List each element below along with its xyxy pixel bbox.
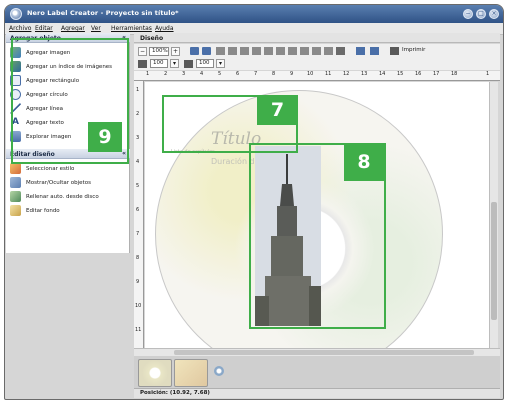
disc-thumbnail[interactable]: Disco: [138, 359, 172, 394]
ruler-h-mark: 4: [200, 71, 204, 77]
distribute-icon[interactable]: [288, 47, 297, 55]
height-field[interactable]: 100: [196, 59, 214, 68]
height-icon: [184, 60, 193, 68]
ruler-h-mark: 3: [182, 71, 186, 77]
minimize-button[interactable]: −: [463, 9, 473, 19]
align-bottom-icon[interactable]: [276, 47, 285, 55]
ruler-v-mark: 11: [135, 327, 142, 333]
ruler-h-mark: 1: [486, 71, 490, 77]
ruler-h-mark: 9: [290, 71, 294, 77]
ruler-h-mark: 6: [236, 71, 240, 77]
ruler-v-mark: 3: [136, 135, 140, 141]
select-style-item[interactable]: Seleccionar estilo: [10, 163, 128, 175]
ruler-h-mark: 14: [379, 71, 386, 77]
ruler-h-mark: 13: [361, 71, 368, 77]
ruler-h-mark: 18: [451, 71, 458, 77]
printer-icon[interactable]: [390, 47, 399, 55]
menu-agregar[interactable]: Agregar: [61, 25, 85, 32]
ruler-h-mark: 15: [397, 71, 404, 77]
ruler-v-mark: 8: [136, 255, 140, 261]
design-header: Diseño: [134, 33, 500, 43]
bring-front-icon[interactable]: [336, 47, 345, 55]
window-title: Nero Label Creator - Proyecto sin título…: [27, 9, 179, 17]
ruler-h-mark: 8: [272, 71, 276, 77]
paste-icon[interactable]: [370, 47, 379, 55]
menu-editar[interactable]: Editar: [35, 25, 53, 32]
callout-badge-7: 7: [257, 95, 298, 125]
vertical-ruler: 1 2 3 4 5 6 7 8 9 10 11: [134, 81, 144, 348]
ruler-v-mark: 9: [136, 279, 140, 285]
ruler-v-mark: 4: [136, 159, 140, 165]
toolbar-bottom: 100 ▾ 100 ▾: [134, 58, 500, 70]
select-style-label: Seleccionar estilo: [26, 166, 75, 172]
visibility-icon: [10, 177, 21, 188]
edit-background-label: Editar fondo: [26, 208, 60, 214]
height-spinner[interactable]: ▾: [216, 59, 225, 68]
width-icon: [138, 60, 147, 68]
title-bar: Nero Label Creator - Proyecto sin título…: [5, 5, 503, 23]
cut-icon[interactable]: [356, 47, 365, 55]
ruler-h-mark: 2: [164, 71, 168, 77]
ruler-h-mark: 10: [307, 71, 314, 77]
align-middle-icon[interactable]: [264, 47, 273, 55]
print-label[interactable]: Imprimir: [402, 47, 425, 53]
close-button[interactable]: ×: [489, 9, 499, 19]
ruler-v-mark: 5: [136, 183, 140, 189]
horizontal-scrollbar[interactable]: [134, 348, 500, 356]
callout-badge-9: 8: [344, 143, 384, 181]
menu-herramientas[interactable]: Herramientas: [111, 25, 152, 32]
ruler-v-mark: 1: [136, 87, 140, 93]
show-hide-objects-label: Mostrar/Ocultar objetos: [26, 180, 91, 186]
ruler-h-mark: 7: [254, 71, 258, 77]
horizontal-scroll-thumb[interactable]: [174, 350, 474, 355]
width-spinner[interactable]: ▾: [170, 59, 179, 68]
ruler-h-mark: 1: [146, 71, 150, 77]
ruler-v-mark: 7: [136, 231, 140, 237]
maximize-button[interactable]: □: [476, 9, 486, 19]
horizontal-ruler: 1 2 3 4 5 6 7 8 9 10 11 12 13 14 15 16 1…: [134, 71, 500, 81]
status-bar: Posición: (10.92, 7.68): [134, 388, 500, 398]
autofill-label: Rellenar auto. desde disco: [26, 194, 99, 200]
ruler-v-mark: 2: [136, 111, 140, 117]
ruler-h-mark: 5: [218, 71, 222, 77]
width-field[interactable]: 100: [150, 59, 168, 68]
style-icon: [10, 163, 21, 174]
callout-badge-8: 9: [88, 122, 122, 152]
rotate-left-icon[interactable]: [190, 47, 199, 55]
edit-background-item[interactable]: Editar fondo: [10, 205, 128, 217]
vertical-scrollbar[interactable]: [489, 82, 498, 348]
same-size-icon[interactable]: [300, 47, 309, 55]
zoom-field[interactable]: 100%: [149, 47, 169, 56]
zoom-out-button[interactable]: −: [138, 47, 147, 56]
ruler-h-mark: 11: [325, 71, 332, 77]
ruler-v-mark: 10: [135, 303, 142, 309]
align-left-icon[interactable]: [216, 47, 225, 55]
ungroup-icon[interactable]: [324, 47, 333, 55]
autofill-icon: [10, 191, 21, 202]
background-icon: [10, 205, 21, 216]
align-top-icon[interactable]: [252, 47, 261, 55]
show-hide-objects-item[interactable]: Mostrar/Ocultar objetos: [10, 177, 128, 189]
ruler-v-mark: 6: [136, 207, 140, 213]
vertical-scroll-thumb[interactable]: [491, 202, 497, 320]
menu-ver[interactable]: Ver: [91, 25, 101, 32]
menu-archivo[interactable]: Archivo: [9, 25, 31, 32]
align-center-icon[interactable]: [228, 47, 237, 55]
align-right-icon[interactable]: [240, 47, 249, 55]
ruler-h-mark: 17: [433, 71, 440, 77]
zoom-in-button[interactable]: +: [171, 47, 180, 56]
dvd-case-thumbnail[interactable]: Caja de DVD: [174, 359, 208, 394]
autofill-item[interactable]: Rellenar auto. desde disco: [10, 191, 128, 203]
ruler-h-mark: 12: [343, 71, 350, 77]
rotate-right-icon[interactable]: [202, 47, 211, 55]
toolbar-top: − 100% + Imprimir: [134, 44, 500, 58]
panel-empty-area: [6, 253, 130, 397]
app-logo-icon: [10, 8, 22, 20]
add-layout-icon[interactable]: [214, 366, 224, 376]
group-icon[interactable]: [312, 47, 321, 55]
menu-ayuda[interactable]: Ayuda: [155, 25, 174, 32]
ruler-h-mark: 16: [415, 71, 422, 77]
